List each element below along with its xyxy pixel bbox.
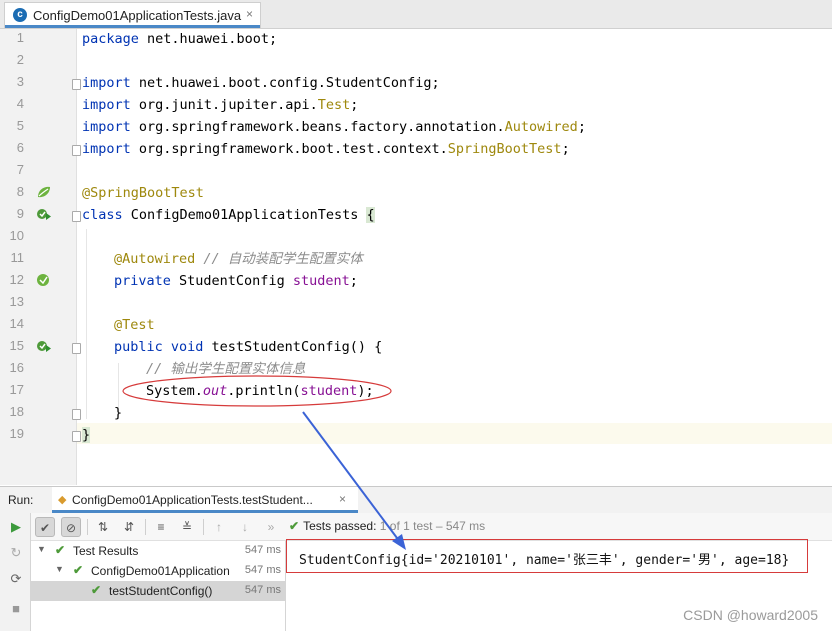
line-number: 11 bbox=[10, 250, 25, 265]
run-label: Run: bbox=[8, 493, 34, 507]
toggle-auto-test-icon[interactable]: ⟳ bbox=[8, 571, 24, 587]
test-runner-toolbar: ✔ ⊘ ⇅ ⇵ ≡ ≚ ↑ ↓ » ✔ Tests passed: 1 of 1 … bbox=[31, 513, 832, 541]
code-line: @SpringBootTest bbox=[82, 185, 204, 201]
test-results-tree: ▼ ✔ Test Results 547 ms ▼ ✔ ConfigDemo01… bbox=[31, 541, 286, 631]
code-line: import net.huawei.boot.config.StudentCon… bbox=[82, 75, 440, 91]
line-number: 6 bbox=[16, 140, 24, 155]
line-number: 1 bbox=[16, 30, 24, 45]
line-number: 19 bbox=[9, 426, 24, 441]
editor-tab[interactable]: c ConfigDemo01ApplicationTests.java × bbox=[4, 2, 261, 28]
more-options-icon[interactable]: » bbox=[261, 517, 281, 537]
line-number: 7 bbox=[16, 162, 24, 177]
code-line: // 输出学生配置实体信息 bbox=[146, 361, 306, 377]
fold-marker-icon[interactable] bbox=[72, 343, 81, 354]
line-number: 16 bbox=[9, 360, 24, 375]
line-number: 2 bbox=[16, 52, 24, 67]
chevron-down-icon[interactable]: ▼ bbox=[37, 544, 46, 554]
sort-duration-icon[interactable]: ⇵ bbox=[119, 517, 139, 537]
code-line: } bbox=[82, 427, 91, 443]
editor-tab-label: ConfigDemo01ApplicationTests.java bbox=[33, 8, 242, 23]
line-number: 13 bbox=[9, 294, 24, 309]
editor-gutter: 1 2 3 4 5 6 7 8 9 10 11 12 13 14 15 16 1… bbox=[0, 29, 81, 485]
sort-alpha-icon[interactable]: ⇅ bbox=[93, 517, 113, 537]
run-panel-header: Run: ◆ ConfigDemo01ApplicationTests.test… bbox=[0, 486, 832, 514]
code-line: @Autowired // 自动装配学生配置实体 bbox=[114, 251, 363, 267]
rerun-icon[interactable]: ▶ bbox=[8, 519, 24, 535]
line-number: 18 bbox=[9, 404, 24, 419]
close-run-tab-icon[interactable]: × bbox=[339, 492, 346, 506]
check-icon: ✔ bbox=[73, 563, 84, 577]
line-number: 14 bbox=[9, 316, 24, 331]
previous-failed-icon[interactable]: ↑ bbox=[209, 517, 229, 537]
line-number: 4 bbox=[16, 96, 24, 111]
current-line-highlight bbox=[77, 423, 832, 444]
line-number: 10 bbox=[9, 228, 24, 243]
java-class-icon: c bbox=[13, 8, 27, 22]
check-icon: ✔ bbox=[55, 543, 66, 557]
code-line: private StudentConfig student; bbox=[114, 273, 358, 289]
next-failed-icon[interactable]: ↓ bbox=[235, 517, 255, 537]
spring-bean-icon[interactable] bbox=[36, 185, 52, 199]
run-test-icon[interactable] bbox=[36, 207, 52, 221]
test-status: ✔ Tests passed: 1 of 1 test – 547 ms bbox=[289, 519, 486, 533]
run-side-toolbar: ▶ ↻ ⟳ ■ bbox=[0, 513, 31, 631]
check-icon: ✔ bbox=[91, 583, 102, 597]
run-tab-label: ConfigDemo01ApplicationTests.testStudent… bbox=[72, 493, 313, 507]
code-line: import org.springframework.beans.factory… bbox=[82, 119, 586, 135]
line-number: 15 bbox=[9, 338, 24, 353]
line-number: 8 bbox=[16, 184, 24, 199]
fold-marker-icon[interactable] bbox=[72, 211, 81, 222]
code-line: class ConfigDemo01ApplicationTests { bbox=[82, 207, 375, 223]
line-number: 5 bbox=[16, 118, 24, 133]
chevron-down-icon[interactable]: ▼ bbox=[55, 564, 64, 574]
stop-icon[interactable]: ■ bbox=[8, 601, 24, 617]
fold-marker-icon[interactable] bbox=[72, 431, 81, 442]
show-ignored-icon[interactable]: ⊘ bbox=[61, 517, 81, 537]
run-config-tab[interactable]: ◆ ConfigDemo01ApplicationTests.testStude… bbox=[52, 487, 358, 513]
check-icon: ✔ bbox=[289, 519, 300, 533]
editor-tab-bar: c ConfigDemo01ApplicationTests.java × bbox=[0, 0, 832, 29]
line-number: 17 bbox=[9, 382, 24, 397]
line-number: 9 bbox=[16, 206, 24, 221]
tree-node-test-class[interactable]: ▼ ✔ ConfigDemo01Application 547 ms bbox=[31, 561, 285, 581]
run-test-icon[interactable] bbox=[36, 339, 52, 353]
autowired-bean-icon[interactable] bbox=[36, 273, 52, 287]
fold-marker-icon[interactable] bbox=[72, 79, 81, 90]
code-line: import org.junit.jupiter.api.Test; bbox=[82, 97, 359, 113]
tree-node-test-method[interactable]: ✔ testStudentConfig() 547 ms bbox=[31, 581, 285, 601]
expand-all-icon[interactable]: ≡ bbox=[151, 517, 171, 537]
code-line: import org.springframework.boot.test.con… bbox=[82, 141, 570, 157]
close-tab-icon[interactable]: × bbox=[246, 7, 253, 21]
code-line: public void testStudentConfig() { bbox=[114, 339, 383, 355]
line-number: 3 bbox=[16, 74, 24, 89]
console-line: StudentConfig{id='20210101', name='张三丰',… bbox=[299, 553, 790, 568]
watermark: CSDN @howard2005 bbox=[683, 607, 818, 623]
test-config-icon: ◆ bbox=[58, 494, 67, 506]
rerun-failed-icon[interactable]: ↻ bbox=[8, 545, 24, 561]
tree-node-test-results[interactable]: ▼ ✔ Test Results 547 ms bbox=[31, 541, 285, 561]
code-line: @Test bbox=[114, 317, 155, 333]
code-editor[interactable]: 1 2 3 4 5 6 7 8 9 10 11 12 13 14 15 16 1… bbox=[0, 29, 832, 485]
code-line: } bbox=[114, 405, 123, 421]
code-line: package net.huawei.boot; bbox=[82, 31, 278, 47]
show-passed-icon[interactable]: ✔ bbox=[35, 517, 55, 537]
collapse-all-icon[interactable]: ≚ bbox=[177, 517, 197, 537]
line-number: 12 bbox=[9, 272, 24, 287]
fold-marker-icon[interactable] bbox=[72, 145, 81, 156]
fold-marker-icon[interactable] bbox=[72, 409, 81, 420]
code-line: System.out.println(student); bbox=[146, 383, 374, 399]
